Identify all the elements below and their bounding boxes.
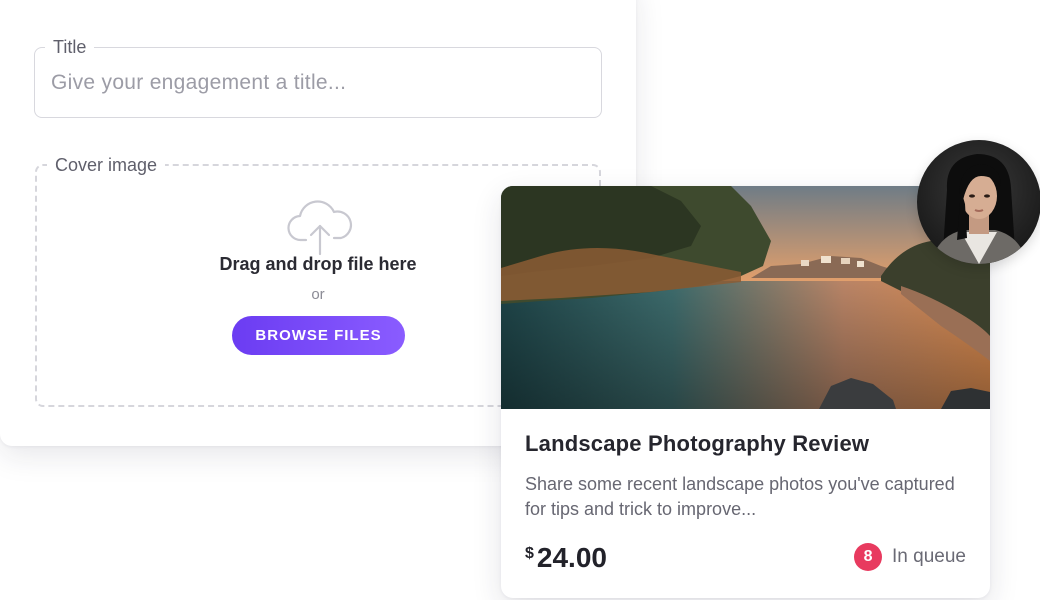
- landscape-lake-sunset-photo: [501, 186, 990, 409]
- card-description: Share some recent landscape photos you'v…: [525, 474, 955, 519]
- cloud-upload-icon: [287, 200, 353, 256]
- engagement-preview-card[interactable]: Landscape Photography Review Share some …: [501, 186, 990, 598]
- price-amount: 24.00: [536, 542, 607, 573]
- card-title: Landscape Photography Review: [525, 431, 870, 456]
- price: $24.00: [525, 542, 607, 574]
- title-field[interactable]: Title: [34, 35, 602, 118]
- user-avatar[interactable]: [917, 140, 1040, 264]
- cover-image-label: Cover image: [47, 153, 166, 177]
- browse-files-button[interactable]: BROWSE FILES: [232, 316, 405, 355]
- price-currency: $: [525, 545, 534, 562]
- queue-label: In queue: [892, 546, 966, 567]
- queue-count-badge: 8: [854, 543, 883, 571]
- queue-status: 8 In queue: [854, 543, 966, 571]
- user-avatar-photo: [917, 140, 1040, 264]
- title-input[interactable]: [35, 48, 601, 117]
